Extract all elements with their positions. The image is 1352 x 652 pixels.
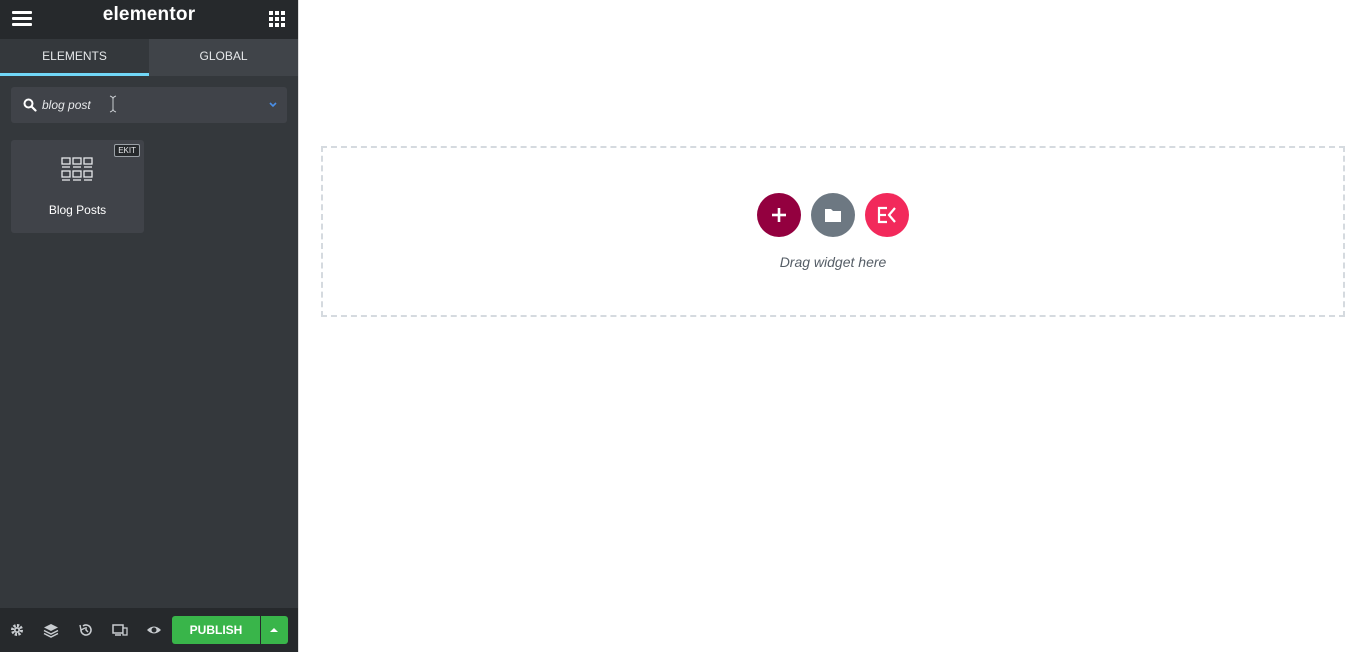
layers-icon[interactable]: [43, 622, 59, 638]
folder-icon: [825, 209, 841, 222]
preview-eye-icon[interactable]: [146, 622, 162, 638]
responsive-icon[interactable]: [112, 622, 128, 638]
widget-badge: EKIT: [114, 144, 140, 157]
editor-panel: elementor ELEMENTS GLOBAL EKI: [0, 0, 298, 652]
hamburger-icon[interactable]: [12, 11, 32, 27]
tab-elements[interactable]: ELEMENTS: [0, 39, 149, 76]
drag-widget-hint: Drag widget here: [779, 254, 887, 270]
publish-button[interactable]: PUBLISH: [172, 616, 260, 644]
add-template-button[interactable]: [811, 193, 855, 237]
add-section-button[interactable]: [757, 193, 801, 237]
search-box: [11, 87, 287, 123]
grid-apps-icon[interactable]: [269, 11, 285, 27]
blog-posts-grid-icon: [61, 157, 93, 181]
panel-header: elementor: [0, 0, 298, 39]
panel-footer: PUBLISH: [0, 608, 298, 652]
brand-logo: elementor: [102, 4, 196, 25]
widget-label: Blog Posts: [48, 203, 107, 217]
elementskit-button[interactable]: [865, 193, 909, 237]
history-icon[interactable]: [78, 622, 94, 638]
publish-options-button[interactable]: [261, 616, 288, 644]
settings-icon[interactable]: [9, 622, 25, 638]
chevron-down-icon[interactable]: [268, 101, 278, 109]
widget-blog-posts[interactable]: EKIT Blog Posts: [11, 140, 144, 233]
text-cursor-icon: [109, 95, 117, 113]
editor-canvas: Drag widget here: [298, 0, 1352, 652]
search-icon: [23, 98, 37, 112]
elementskit-icon: [877, 206, 896, 224]
plus-icon: [772, 208, 786, 222]
tab-global[interactable]: GLOBAL: [149, 39, 298, 76]
empty-section-dropzone[interactable]: Drag widget here: [321, 146, 1345, 317]
panel-tabs: ELEMENTS GLOBAL: [0, 39, 298, 76]
search-input[interactable]: [42, 95, 242, 115]
caret-up-icon: [270, 628, 278, 632]
